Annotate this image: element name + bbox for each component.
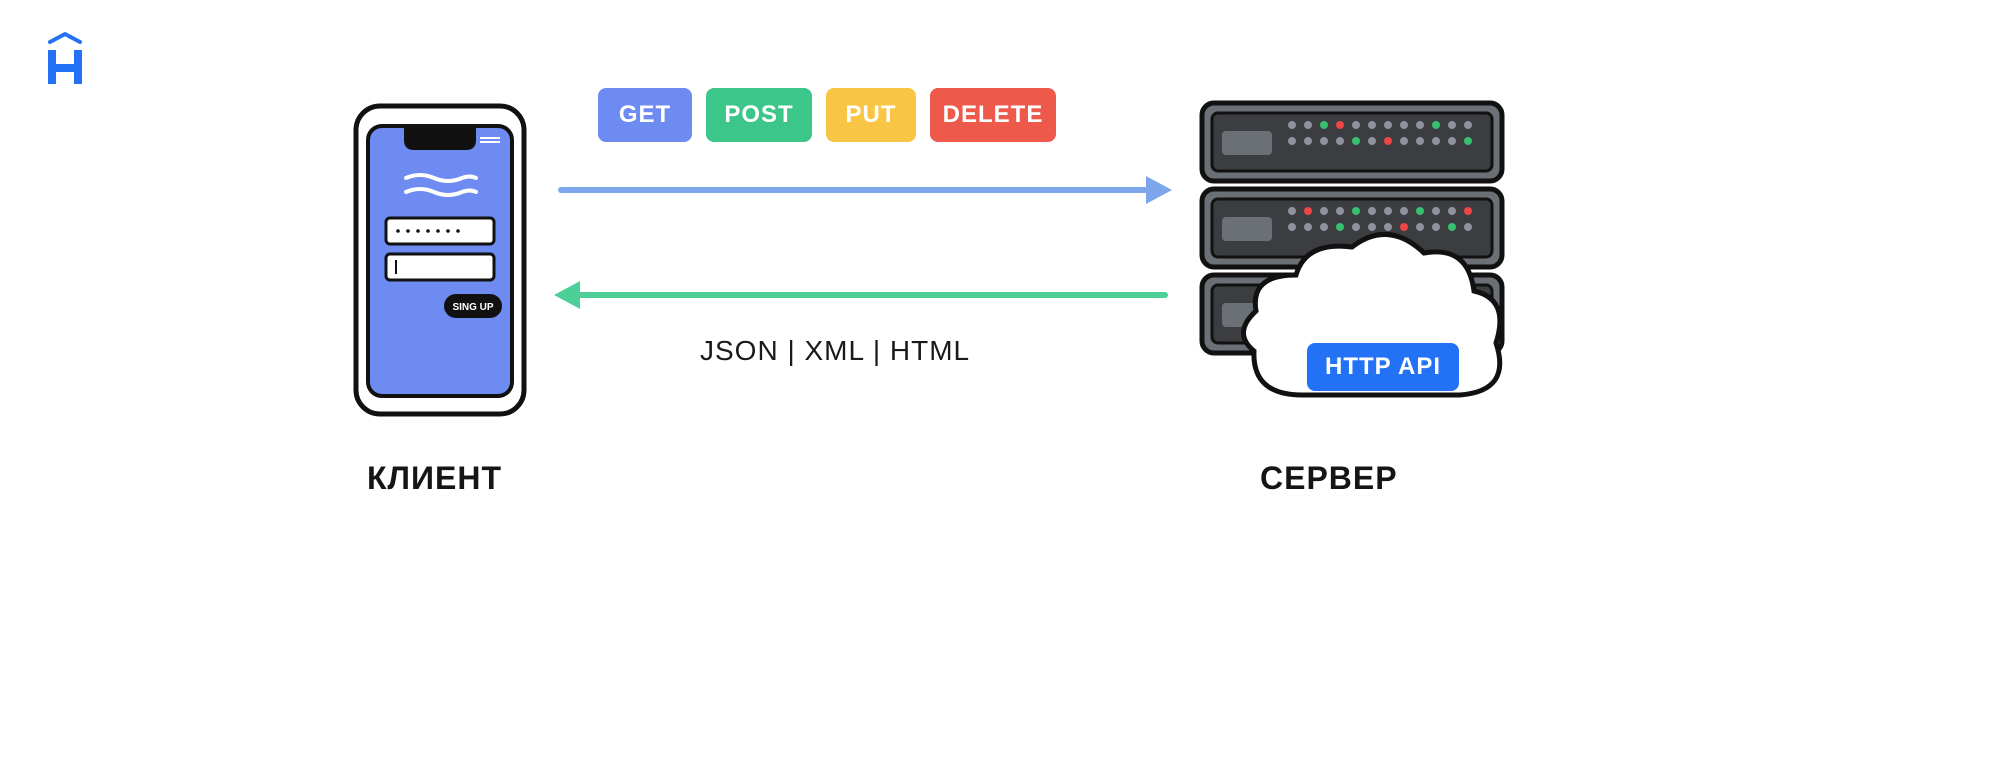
client-caption: КЛИЕНТ bbox=[367, 460, 502, 497]
server-caption: СЕРВЕР bbox=[1260, 460, 1580, 780]
hexlet-logo-icon bbox=[40, 30, 90, 90]
method-put: PUT bbox=[826, 88, 916, 142]
client-phone-icon: SING UP bbox=[350, 100, 530, 420]
response-arrow-icon bbox=[558, 290, 1168, 300]
method-post: POST bbox=[706, 88, 812, 142]
method-get: GET bbox=[598, 88, 692, 142]
signup-button-label: SING UP bbox=[452, 302, 493, 313]
diagram: SING UP GET POST PUT DELETE JSON | XML |… bbox=[0, 0, 2000, 622]
response-formats: JSON | XML | HTML bbox=[700, 335, 970, 367]
request-arrow-icon bbox=[558, 185, 1168, 195]
method-delete: DELETE bbox=[930, 88, 1056, 142]
http-api-badge: HTTP API bbox=[1307, 343, 1459, 391]
